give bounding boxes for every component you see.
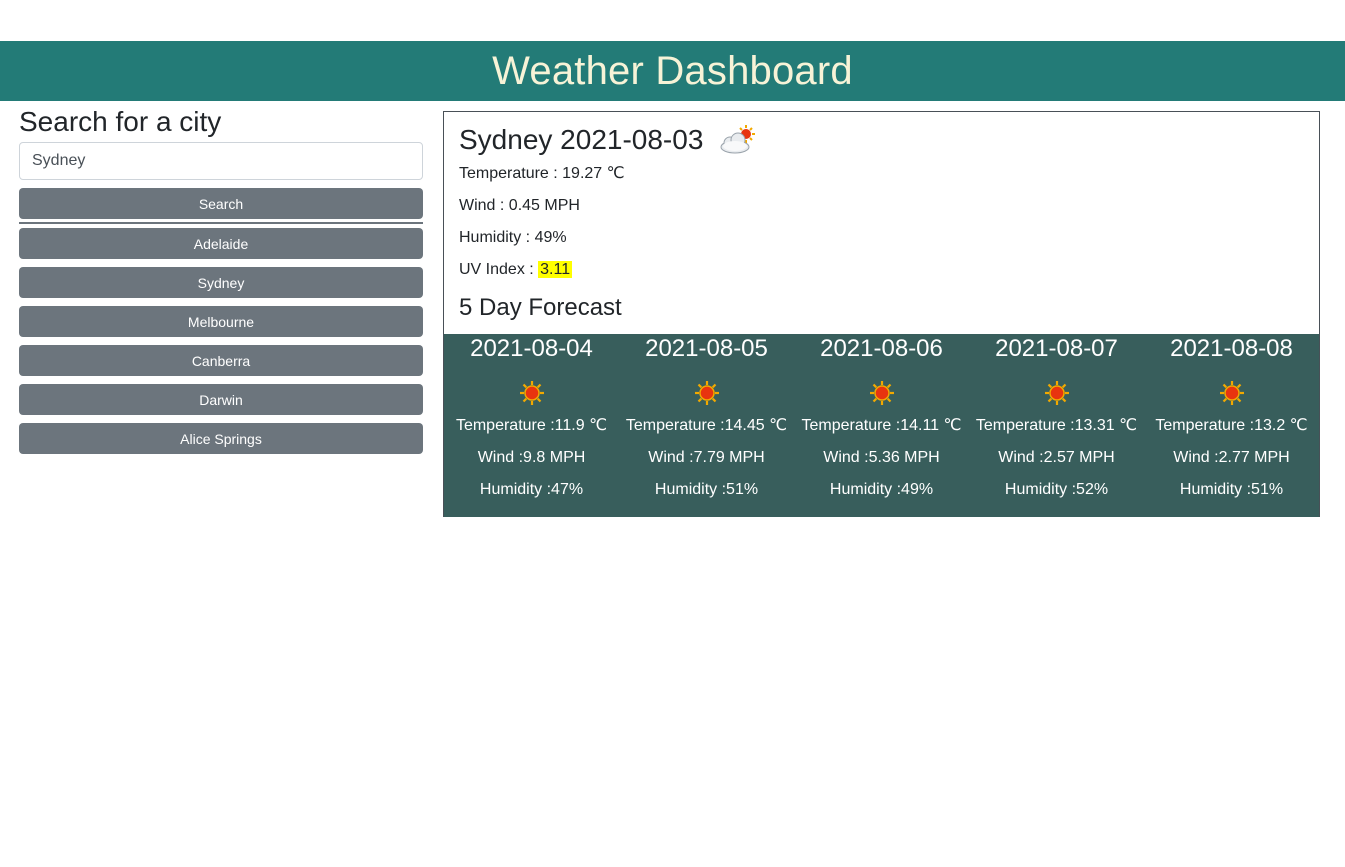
forecast-temperature: Temperature :11.9 ℃ <box>455 417 608 434</box>
forecast-date: 2021-08-06 <box>820 335 943 362</box>
forecast-humidity: Humidity :49% <box>829 481 934 498</box>
forecast-temperature: Temperature :14.11 ℃ <box>801 417 962 434</box>
forecast-row: 2021-08-04 Temperature :11.9 ℃ Wind :9.8… <box>444 334 1319 517</box>
sun-icon <box>519 381 544 405</box>
forecast-temperature: Temperature :13.31 ℃ <box>975 417 1138 434</box>
forecast-humidity: Humidity :47% <box>479 481 584 498</box>
search-button[interactable]: Search <box>19 188 423 219</box>
page-header: Weather Dashboard <box>0 41 1345 101</box>
forecast-wind: Wind :2.57 MPH <box>998 449 1115 466</box>
forecast-date: 2021-08-07 <box>995 335 1118 362</box>
current-humidity: Humidity : 49% <box>459 229 567 246</box>
divider <box>19 222 423 224</box>
current-temperature: Temperature : 19.27 ℃ <box>459 165 625 182</box>
forecast-card: 2021-08-08 Temperature :13.2 ℃ Wind :2.7… <box>1144 334 1319 517</box>
search-heading: Search for a city <box>19 106 222 137</box>
sun-icon <box>694 381 719 405</box>
forecast-wind: Wind :7.79 MPH <box>648 449 765 466</box>
city-button-adelaide[interactable]: Adelaide <box>19 228 423 259</box>
city-button-melbourne[interactable]: Melbourne <box>19 306 423 337</box>
city-button-canberra[interactable]: Canberra <box>19 345 423 376</box>
weather-panel: Sydney 2021-08-03 Temperature: 19.27 ℃ … <box>443 111 1320 517</box>
cloud-sun-icon <box>720 125 756 154</box>
current-uv-index: UV Index : 3.11 <box>459 254 1304 286</box>
city-history-list: Adelaide Sydney Melbourne Canberra Darwi… <box>19 228 423 454</box>
forecast-date: 2021-08-04 <box>470 335 593 362</box>
forecast-date: 2021-08-08 <box>1170 335 1293 362</box>
search-sidebar: Search for a city Search Adelaide Sydney… <box>19 104 423 462</box>
city-date-heading: Sydney 2021-08-03 <box>459 124 704 155</box>
current-weather-title: Sydney 2021-08-03 <box>459 122 1304 158</box>
city-search-input[interactable] <box>19 142 423 180</box>
forecast-humidity: Humidity :51% <box>1179 481 1284 498</box>
forecast-card: 2021-08-07 Temperature :13.31 ℃ Wind :2.… <box>969 334 1144 517</box>
current-wind: Wind : 0.45 MPH <box>459 197 580 214</box>
city-button-sydney[interactable]: Sydney <box>19 267 423 298</box>
forecast-card: 2021-08-05 Temperature :14.45 ℃ Wind :7.… <box>619 334 794 517</box>
sun-icon <box>1219 381 1244 405</box>
forecast-card: 2021-08-04 Temperature :11.9 ℃ Wind :9.8… <box>444 334 619 517</box>
sun-icon <box>1044 381 1069 405</box>
forecast-date: 2021-08-05 <box>645 335 768 362</box>
forecast-wind: Wind :5.36 MPH <box>823 449 940 466</box>
forecast-temperature: Temperature :13.2 ℃ <box>1155 417 1308 434</box>
current-weather: Sydney 2021-08-03 Temperature: 19.27 ℃ … <box>444 112 1319 323</box>
forecast-card: 2021-08-06 Temperature :14.11 ℃ Wind :5.… <box>794 334 969 517</box>
forecast-temperature: Temperature :14.45 ℃ <box>625 417 788 434</box>
forecast-humidity: Humidity :52% <box>1004 481 1109 498</box>
city-button-darwin[interactable]: Darwin <box>19 384 423 415</box>
forecast-humidity: Humidity :51% <box>654 481 759 498</box>
page-title: Weather Dashboard <box>492 48 853 93</box>
city-button-alice-springs[interactable]: Alice Springs <box>19 423 423 454</box>
sun-icon <box>869 381 894 405</box>
forecast-wind: Wind :2.77 MPH <box>1173 449 1290 466</box>
forecast-heading: 5 Day Forecast <box>459 294 622 321</box>
uv-index-badge: 3.11 <box>538 261 573 278</box>
uv-index-label: UV Index : <box>459 261 539 278</box>
forecast-wind: Wind :9.8 MPH <box>477 449 586 466</box>
